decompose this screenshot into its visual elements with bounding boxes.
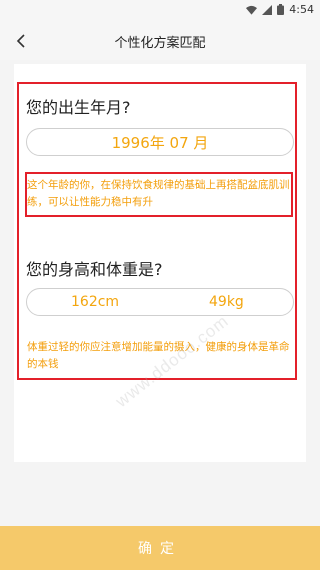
status-bar: 4:54 — [0, 0, 320, 22]
birth-date-selector[interactable]: 1996年 07 月 — [26, 128, 294, 156]
weight-value: 49kg — [209, 294, 244, 310]
battery-icon — [277, 4, 285, 15]
page-title: 个性化方案匹配 — [114, 36, 206, 51]
confirm-button[interactable]: 确定 — [0, 526, 320, 570]
wifi-icon — [246, 5, 258, 15]
height-value: 162cm — [71, 294, 120, 310]
nav-bar: 个性化方案匹配 — [0, 22, 320, 60]
height-weight-question: 您的身高和体重是? — [26, 260, 163, 279]
status-time: 4:54 — [289, 3, 314, 16]
height-weight-selector[interactable]: 162cm 49kg — [26, 288, 294, 316]
birth-date-value: 1996年 07 月 — [111, 133, 209, 152]
birth-tip: 这个年龄的你，在保持饮食规律的基础上再搭配盆底肌训练，可以让性能力稳中有升 — [27, 179, 290, 208]
status-icons: 4:54 — [246, 3, 314, 16]
birth-question: 您的出生年月? — [26, 98, 131, 117]
signal-icon — [262, 4, 273, 15]
